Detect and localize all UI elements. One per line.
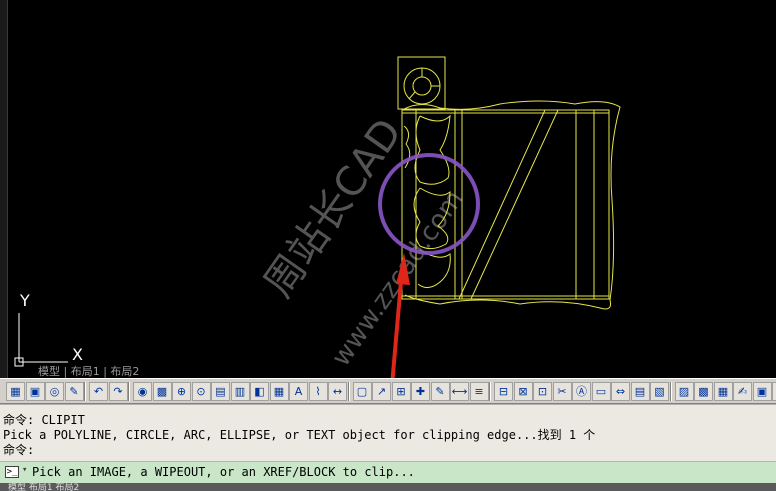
sheet-set-icon[interactable]: ▦ xyxy=(713,382,733,401)
tolerance-icon[interactable]: ⊞ xyxy=(391,382,411,401)
ucs-icon: Y X xyxy=(14,291,83,367)
small-block-with-circle[interactable] xyxy=(397,56,446,110)
watermark: 周站长CAD www.zzcad.com xyxy=(256,111,470,372)
undo-icon[interactable]: ↶ xyxy=(89,382,108,401)
layout-tabs[interactable]: 模型 | 布局1 | 布局2 xyxy=(0,362,330,378)
match-properties-icon[interactable]: ✎ xyxy=(64,382,84,401)
print-preview-icon[interactable]: ◎ xyxy=(45,382,64,401)
design-center-icon[interactable]: ▨ xyxy=(674,382,694,401)
measure-icon[interactable]: ⟷ xyxy=(450,382,469,401)
attach-icon[interactable]: ⊠ xyxy=(513,382,533,401)
hatch-icon[interactable]: ▤ xyxy=(211,382,230,401)
status-bar: 模型 布局1 布局2 xyxy=(0,483,776,491)
ucs-y-label: Y xyxy=(19,291,30,310)
calculator-icon[interactable]: ▣ xyxy=(752,382,772,401)
command-prompt-icon: >_ xyxy=(5,466,19,478)
main-toolbar: ▦▣◎✎↶↷◉▩⊕⊙▤▥◧▦A⌇↔▢↗⊞✚✎⟷≡⊟⊠⊡✂Ⓐ▭⇔▤▧▨▩▦✍▣? xyxy=(0,378,776,404)
block-icon[interactable]: ▩ xyxy=(152,382,172,401)
drawing-viewport[interactable]: 周站长CAD www.zzcad.com xyxy=(0,0,776,378)
command-history-line: 命令: xyxy=(3,443,35,457)
command-history-line: 命令: CLIPIT xyxy=(3,413,85,427)
toolbar-separator xyxy=(128,382,130,401)
toolbar-separator xyxy=(669,382,672,401)
center-mark-icon[interactable]: ✚ xyxy=(411,382,430,401)
command-history-line: Pick a POLYLINE, CIRCLE, ARC, ELLIPSE, o… xyxy=(3,428,596,442)
command-active-prompt: Pick an IMAGE, a WIPEOUT, or an XREF/BLO… xyxy=(32,465,415,479)
drawing-canvas[interactable]: 周站长CAD www.zzcad.com xyxy=(0,0,776,378)
point-icon[interactable]: ⊙ xyxy=(191,382,211,401)
clip-icon[interactable]: ✂ xyxy=(552,382,572,401)
text-style-icon[interactable]: Ⓐ xyxy=(572,382,591,401)
help-icon[interactable]: ? xyxy=(772,382,776,401)
markup-icon[interactable]: ✍ xyxy=(733,382,752,401)
select-window-icon[interactable]: ▢ xyxy=(352,382,372,401)
layers-icon[interactable]: ≡ xyxy=(469,382,489,401)
leader-icon[interactable]: ↗ xyxy=(372,382,391,401)
dim-style-icon[interactable]: ⇔ xyxy=(611,382,630,401)
redo-icon[interactable]: ↷ xyxy=(108,382,128,401)
field-icon[interactable]: ▤ xyxy=(630,382,650,401)
properties-icon[interactable]: ▧ xyxy=(650,382,669,401)
toolbar-separator xyxy=(84,382,86,401)
polyline-icon[interactable]: ⌇ xyxy=(308,382,328,401)
status-text: 模型 布局1 布局2 xyxy=(8,483,80,491)
pen-icon[interactable]: ✎ xyxy=(430,382,450,401)
command-input-line[interactable]: >_ ▾ Pick an IMAGE, a WIPEOUT, or an XRE… xyxy=(0,461,776,483)
dimension-icon[interactable]: ↔ xyxy=(328,382,347,401)
layout-tabs-text[interactable]: 模型 | 布局1 | 布局2 xyxy=(38,363,139,378)
toolbar-separator xyxy=(489,382,491,401)
command-history: 命令: CLIPIT Pick a POLYLINE, CIRCLE, ARC,… xyxy=(0,404,776,461)
external-ref-icon[interactable]: ⊡ xyxy=(533,382,552,401)
gradient-icon[interactable]: ▥ xyxy=(230,382,250,401)
command-dropdown-icon[interactable]: ▾ xyxy=(22,465,27,475)
save-icon[interactable]: ▣ xyxy=(25,382,45,401)
table-style-icon[interactable]: ▭ xyxy=(591,382,611,401)
multiline-text-icon[interactable]: A xyxy=(289,382,308,401)
xref-icon[interactable]: ⊟ xyxy=(494,382,513,401)
tool-palettes-icon[interactable]: ▩ xyxy=(694,382,713,401)
insert-icon[interactable]: ⊕ xyxy=(172,382,191,401)
layer-states-icon[interactable]: ▦ xyxy=(6,382,25,401)
circle-icon[interactable]: ◉ xyxy=(133,382,152,401)
toolbar-separator xyxy=(347,382,350,401)
region-icon[interactable]: ◧ xyxy=(250,382,269,401)
table-icon[interactable]: ▦ xyxy=(269,382,289,401)
